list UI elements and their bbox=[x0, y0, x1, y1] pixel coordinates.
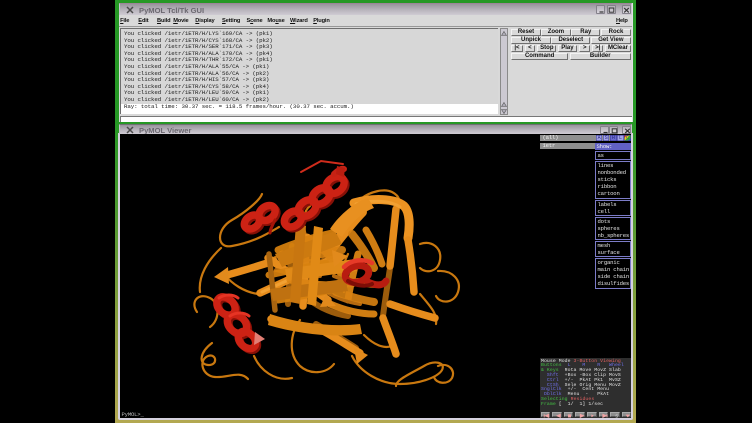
svg-text:S: S bbox=[615, 413, 618, 418]
